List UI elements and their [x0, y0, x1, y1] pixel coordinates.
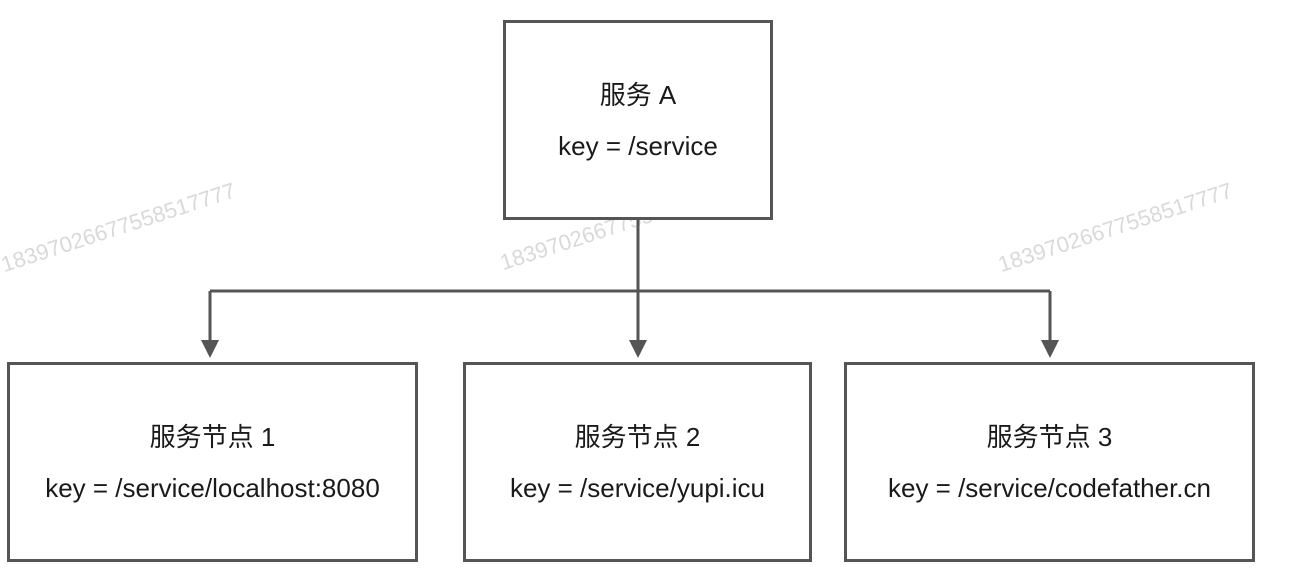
- arrow-to-node-2: [629, 340, 647, 358]
- node-key: key = /service/localhost:8080: [45, 472, 380, 503]
- node-title: 服务节点 1: [149, 421, 276, 452]
- diagram-canvas: 18397026677558517777 1839702667755851777…: [0, 0, 1290, 576]
- node-key: key = /service: [558, 130, 718, 161]
- node-service-node-3: 服务节点 3 key = /service/codefather.cn: [844, 362, 1255, 562]
- node-service-a: 服务 A key = /service: [503, 20, 773, 220]
- node-key: key = /service/yupi.icu: [509, 472, 766, 503]
- node-service-node-1: 服务节点 1 key = /service/localhost:8080: [7, 362, 418, 562]
- node-service-node-2: 服务节点 2 key = /service/yupi.icu: [463, 362, 812, 562]
- node-title: 服务节点 2: [574, 421, 701, 452]
- arrow-to-node-1: [201, 340, 219, 358]
- arrow-to-node-3: [1041, 340, 1059, 358]
- node-title: 服务 A: [599, 79, 677, 110]
- node-title: 服务节点 3: [986, 421, 1113, 452]
- node-key: key = /service/codefather.cn: [887, 472, 1211, 503]
